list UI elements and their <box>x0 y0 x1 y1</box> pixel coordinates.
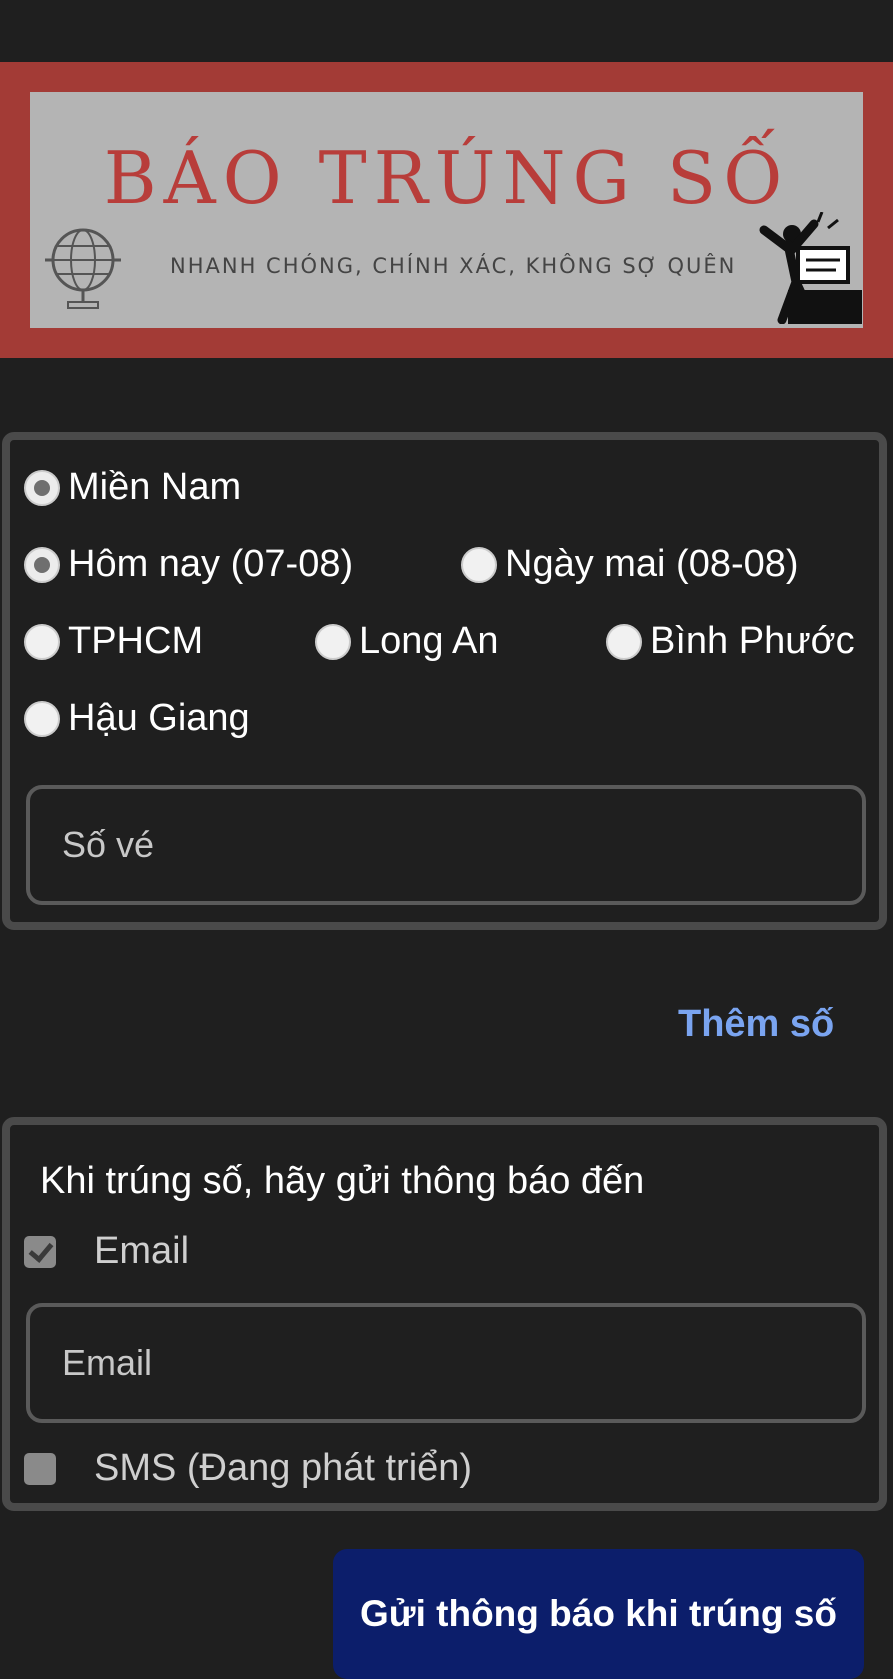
add-number-link[interactable]: Thêm số <box>678 1003 834 1046</box>
sms-checkbox[interactable]: SMS (Đang phát triển) <box>24 1447 472 1490</box>
radio-checked-icon <box>24 546 60 583</box>
radio-region-mien-nam[interactable]: Miền Nam <box>24 466 241 509</box>
lottery-selection-panel: Miền Nam Hôm nay (07-08) Ngày mai (08-08… <box>2 432 887 930</box>
email-checkbox[interactable]: Email <box>24 1230 189 1273</box>
radio-unchecked-icon <box>606 623 642 660</box>
radio-label: Miền Nam <box>68 466 242 508</box>
submit-notify-button[interactable]: Gửi thông báo khi trúng số <box>333 1549 864 1679</box>
checkbox-checked-icon <box>24 1235 56 1268</box>
ticket-number-input[interactable]: Số vé <box>26 785 866 905</box>
banner-slogan: NHANH CHÓNG, CHÍNH XÁC, KHÔNG SỢ QUÊN <box>170 254 737 278</box>
radio-province-tphcm[interactable]: TPHCM <box>24 620 203 663</box>
notification-panel: Khi trúng số, hãy gửi thông báo đến Emai… <box>2 1117 887 1511</box>
banner-title: BÁO TRÚNG SỐ <box>103 136 790 220</box>
notification-title: Khi trúng số, hãy gửi thông báo đến <box>40 1160 645 1202</box>
radio-label: Long An <box>359 620 499 662</box>
radio-date-tomorrow[interactable]: Ngày mai (08-08) <box>461 543 799 586</box>
celebrating-person-icon <box>759 212 862 324</box>
radio-date-today[interactable]: Hôm nay (07-08) <box>24 543 353 586</box>
lottery-globe-icon <box>45 228 121 309</box>
radio-unchecked-icon <box>24 623 60 660</box>
radio-label: TPHCM <box>68 620 204 662</box>
radio-checked-icon <box>24 469 60 506</box>
radio-province-long-an[interactable]: Long An <box>315 620 498 663</box>
radio-province-binh-phuoc[interactable]: Bình Phước <box>606 620 855 663</box>
radio-label: Hôm nay (07-08) <box>68 543 354 585</box>
sms-checkbox-label: SMS (Đang phát triển) <box>94 1447 473 1489</box>
radio-province-hau-giang[interactable]: Hậu Giang <box>24 697 250 740</box>
ticket-number-placeholder: Số vé <box>62 824 155 865</box>
radio-label: Bình Phước <box>650 620 855 662</box>
email-input[interactable]: Email <box>26 1303 866 1423</box>
banner-image: BÁO TRÚNG SỐ NHANH CHÓNG, CHÍNH XÁC, KHÔ… <box>30 92 863 328</box>
email-checkbox-label: Email <box>94 1230 190 1272</box>
radio-unchecked-icon <box>461 546 497 583</box>
radio-label: Hậu Giang <box>68 697 250 739</box>
radio-unchecked-icon <box>24 700 60 737</box>
radio-label: Ngày mai (08-08) <box>505 543 799 585</box>
radio-unchecked-icon <box>315 623 351 660</box>
banner: BÁO TRÚNG SỐ NHANH CHÓNG, CHÍNH XÁC, KHÔ… <box>0 62 893 358</box>
email-placeholder: Email <box>62 1342 153 1383</box>
checkbox-unchecked-icon <box>24 1452 56 1485</box>
